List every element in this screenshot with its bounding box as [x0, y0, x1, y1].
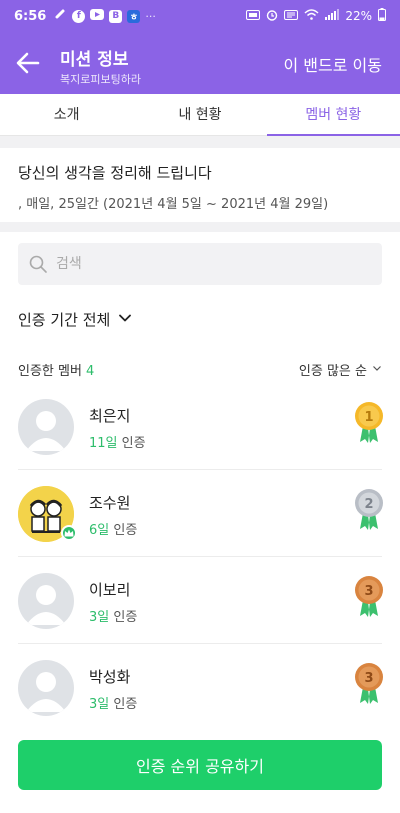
verified-members-count: 4 [85, 364, 95, 379]
back-arrow-icon[interactable] [14, 49, 42, 77]
verified-days-count: 11일 [89, 436, 118, 451]
status-time: 6:56 [14, 8, 47, 24]
avatar [18, 399, 74, 455]
chevron-down-icon [372, 362, 382, 377]
search-box [18, 243, 382, 285]
member-row[interactable]: 조수원 6일 인증 2 [0, 470, 400, 557]
mission-title: 당신의 생각을 정리해 드립니다 [18, 164, 212, 182]
member-row[interactable]: 최은지 11일 인증 1 [0, 383, 400, 470]
gold-medal-icon: 1 [352, 400, 386, 444]
bronze-medal-icon: 3 [352, 661, 386, 705]
member-verified-days: 3일 인증 [89, 606, 137, 625]
medal-rank: 1 [364, 410, 373, 425]
tab-bar: 소개 내 현황 멤버 현황 [0, 94, 400, 136]
mission-summary: 당신의 생각을 정리해 드립니다 , 매일, 25일간 (2021년 4월 5일… [0, 148, 400, 222]
signal-icon [325, 9, 340, 23]
member-verified-days: 11일 인증 [89, 432, 146, 451]
app-notification-icon: ㅎ [127, 9, 141, 23]
share-ranking-button[interactable]: 인증 순위 공유하기 [18, 740, 382, 790]
youtube-icon [90, 9, 105, 23]
status-left-icons: f B ㅎ ··· [54, 8, 156, 24]
avatar [18, 573, 74, 629]
medal-rank: 3 [364, 671, 373, 686]
avatar [18, 660, 74, 716]
chevron-down-icon [118, 311, 132, 329]
verified-members-label: 인증한 멤버 4 [18, 360, 94, 379]
link-icon [54, 8, 67, 24]
search-input[interactable] [56, 243, 356, 285]
verified-days-suffix: 인증 [113, 697, 138, 712]
verified-days-count: 6일 [89, 523, 110, 538]
verified-days-count: 3일 [89, 610, 110, 625]
member-name: 조수원 [89, 494, 131, 512]
tab-my-status[interactable]: 내 현황 [133, 94, 266, 135]
nfc-icon [246, 9, 261, 23]
sort-dropdown[interactable]: 인증 많은 순 [299, 360, 382, 379]
member-name: 이보리 [89, 581, 131, 599]
tab-intro[interactable]: 소개 [0, 94, 133, 135]
verified-days-suffix: 인증 [121, 436, 146, 451]
tab-member-status[interactable]: 멤버 현황 [266, 94, 400, 136]
page-title: 미션 정보 [60, 50, 129, 70]
period-filter[interactable]: 인증 기간 전체 [18, 309, 132, 330]
verified-days-count: 3일 [89, 697, 110, 712]
facebook-icon: f [72, 9, 86, 23]
search-icon [28, 254, 48, 274]
battery-icon [378, 8, 386, 24]
band-app-icon: B [109, 9, 123, 23]
period-filter-label: 인증 기간 전체 [18, 311, 111, 329]
verified-days-suffix: 인증 [113, 610, 138, 625]
medal-rank: 2 [364, 497, 373, 512]
alarm-icon [266, 9, 278, 24]
silver-medal-icon: 2 [352, 487, 386, 531]
volte-icon [284, 9, 299, 23]
more-notifications: ··· [145, 9, 156, 23]
leader-crown-icon [61, 525, 77, 541]
verified-members-text: 인증한 멤버 [18, 364, 82, 379]
member-name: 최은지 [89, 407, 131, 425]
app-bar: 미션 정보 복지로피보팅하라 이 밴드로 이동 [0, 32, 400, 94]
battery-percent: 22% [345, 9, 372, 23]
member-verified-days: 3일 인증 [89, 693, 137, 712]
mission-period: , 매일, 25일간 (2021년 4월 5일 ~ 2021년 4월 29일) [18, 197, 329, 212]
sort-label: 인증 많은 순 [298, 364, 367, 379]
move-to-band-button[interactable]: 이 밴드로 이동 [284, 52, 383, 76]
member-row[interactable]: 박성화 3일 인증 3 [0, 644, 400, 731]
member-row[interactable]: 이보리 3일 인증 3 [0, 557, 400, 644]
wifi-icon [304, 9, 319, 23]
verified-days-suffix: 인증 [113, 523, 138, 538]
band-name: 복지로피보팅하라 [60, 73, 141, 86]
status-bar: 6:56 f B ㅎ ··· 22% [0, 0, 400, 32]
status-right: 22% [246, 8, 386, 24]
member-verified-days: 6일 인증 [89, 519, 137, 538]
member-status-panel: 인증 기간 전체 인증한 멤버4 인증 많은 순 최은지 11일 인증 1 조수… [0, 232, 400, 813]
bronze-medal-icon: 3 [352, 574, 386, 618]
member-name: 박성화 [89, 668, 131, 686]
medal-rank: 3 [364, 584, 373, 599]
